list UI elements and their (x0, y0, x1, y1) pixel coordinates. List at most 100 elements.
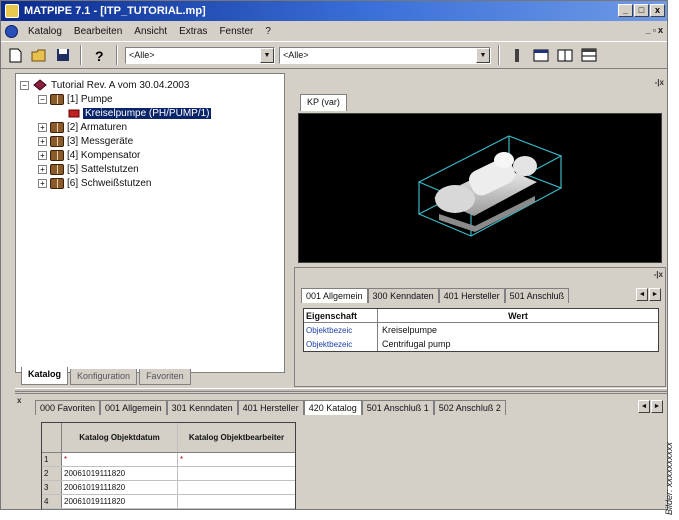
property-tabs: 001 Allgemein 300 Kenndaten 401 Herstell… (301, 288, 570, 303)
view-split-button[interactable] (579, 45, 599, 65)
mdi-close-button[interactable]: x (658, 25, 663, 35)
collapse-icon[interactable]: − (20, 80, 29, 90)
window-title: MATPIPE 7.1 - [ITP_TUTORIAL.mp] (24, 5, 206, 17)
column-katalog-objektdatum[interactable]: Katalog Objektdatum (62, 423, 178, 452)
save-button[interactable] (53, 45, 73, 65)
tab-katalog[interactable]: Katalog (21, 367, 69, 385)
pane-close-icon[interactable]: x (17, 396, 21, 405)
minimize-button[interactable]: _ (618, 4, 633, 17)
cell-objektbearbeiter[interactable] (178, 467, 295, 480)
chevron-down-icon[interactable]: ▼ (476, 47, 490, 63)
tree-item-label: [6] Schweißstutzen (67, 177, 152, 189)
cell-objektdatum[interactable]: * (62, 453, 178, 466)
tab-502-anschluss-2[interactable]: 502 Anschluß 2 (433, 400, 506, 415)
toolbar-separator (116, 45, 118, 65)
property-table: Eigenschaft Wert Objektbezeic Kreiselpum… (303, 308, 659, 352)
menu-bar: Katalog Bearbeiten Ansicht Extras Fenste… (1, 22, 667, 40)
expand-icon[interactable]: + (38, 164, 47, 174)
cell-objektbearbeiter[interactable]: * (178, 453, 295, 466)
tab-001-allgemein[interactable]: 001 Allgemein (100, 400, 167, 415)
close-button[interactable]: x (650, 4, 665, 17)
tab-kp-var[interactable]: KP (var) (300, 94, 347, 111)
tab-scroll-controls: ◄ ► (638, 400, 663, 413)
table-row[interactable]: Objektbezeic Centrifugal pump (304, 337, 658, 351)
scroll-left-icon[interactable]: ◄ (636, 288, 648, 301)
new-file-button[interactable] (5, 45, 25, 65)
tree-item-kompensator[interactable]: + [4] Kompensator (38, 148, 140, 162)
tab-301-kenndaten[interactable]: 301 Kenndaten (166, 400, 238, 415)
table-row[interactable]: 2 20061019111820 (42, 467, 295, 481)
tab-000-favoriten[interactable]: 000 Favoriten (35, 400, 101, 415)
tree-item-label: Kreiselpumpe (PH/PUMP/1) (83, 107, 212, 119)
view-detail-button[interactable] (531, 45, 551, 65)
tab-501-anschluss-1[interactable]: 501 Anschluß 1 (361, 400, 434, 415)
menu-fenster[interactable]: Fenster (217, 25, 255, 38)
property-value[interactable]: Centrifugal pump (378, 337, 658, 351)
open-folder-button[interactable] (29, 45, 49, 65)
filter-combo-1[interactable]: <Alle> ▼ (125, 46, 275, 64)
tab-konfiguration[interactable]: Konfiguration (70, 369, 138, 385)
horizontal-splitter[interactable] (15, 388, 667, 392)
tree-item-label: [4] Kompensator (67, 149, 141, 161)
properties-panel: -|x 001 Allgemein 300 Kenndaten 401 Hers… (294, 267, 666, 387)
table-row[interactable]: 3 20061019111820 (42, 481, 295, 495)
tree-item-messgeraete[interactable]: + [3] Messgeräte (38, 134, 133, 148)
menu-help[interactable]: ? (263, 25, 273, 38)
table-row[interactable]: 4 20061019111820 (42, 495, 295, 509)
menu-extras[interactable]: Extras (177, 25, 209, 38)
toolbar: ? <Alle> ▼ <Alle> ▼ (1, 41, 667, 69)
left-panel-tabs: Katalog Konfiguration Favoriten (15, 367, 285, 385)
tree-item-sattelstutzen[interactable]: + [5] Sattelstutzen (38, 162, 139, 176)
cell-objektdatum[interactable]: 20061019111820 (62, 481, 178, 494)
view-window-button[interactable] (555, 45, 575, 65)
expand-icon[interactable]: + (38, 178, 47, 188)
scroll-left-icon[interactable]: ◄ (638, 400, 650, 413)
filter-combo-2[interactable]: <Alle> ▼ (279, 46, 491, 64)
menu-katalog[interactable]: Katalog (26, 25, 64, 38)
tab-300-kenndaten[interactable]: 300 Kenndaten (367, 288, 439, 303)
new-file-icon (9, 48, 21, 62)
tree-root[interactable]: − Tutorial Rev. A vom 30.04.2003 (20, 78, 189, 92)
tree-item-schweissstutzen[interactable]: + [6] Schweißstutzen (38, 176, 151, 190)
maximize-button[interactable]: □ (634, 4, 649, 17)
tab-401-hersteller[interactable]: 401 Hersteller (237, 400, 304, 415)
pane-close-icon[interactable]: -|x (655, 78, 664, 87)
expand-icon[interactable]: + (38, 136, 47, 146)
mdi-restore-button[interactable]: ▫ (653, 25, 656, 35)
table-row[interactable]: Objektbezeic Kreiselpumpe (304, 323, 658, 337)
scroll-right-icon[interactable]: ► (649, 288, 661, 301)
tree-item-armaturen[interactable]: + [2] Armaturen (38, 120, 127, 134)
property-value[interactable]: Kreiselpumpe (378, 323, 658, 337)
3d-viewport[interactable] (298, 113, 662, 263)
book-icon (50, 163, 64, 175)
table-row[interactable]: 1 * * (42, 453, 295, 467)
pane-close-icon[interactable]: -|x (654, 270, 663, 279)
tab-001-allgemein[interactable]: 001 Allgemein (301, 288, 368, 303)
cell-objektdatum[interactable]: 20061019111820 (62, 495, 178, 508)
mdi-minimize-button[interactable]: _ (646, 25, 651, 35)
detail-view-icon (533, 49, 549, 61)
cell-objektdatum[interactable]: 20061019111820 (62, 467, 178, 480)
tab-501-anschluss[interactable]: 501 Anschluß (504, 288, 570, 303)
tab-favoriten[interactable]: Favoriten (139, 369, 191, 385)
view-panel-button[interactable] (507, 45, 527, 65)
cell-objektbearbeiter[interactable] (178, 481, 295, 494)
expand-icon[interactable]: + (38, 150, 47, 160)
cell-objektbearbeiter[interactable] (178, 495, 295, 508)
book-icon (50, 93, 64, 105)
tab-401-hersteller[interactable]: 401 Hersteller (438, 288, 505, 303)
collapse-icon[interactable]: − (38, 94, 47, 104)
tree-item-kreiselpumpe[interactable]: Kreiselpumpe (PH/PUMP/1) (68, 106, 212, 120)
menu-bearbeiten[interactable]: Bearbeiten (72, 25, 124, 38)
tab-420-katalog[interactable]: 420 Katalog (303, 400, 362, 415)
grid-header: Katalog Objektdatum Katalog Objektbearbe… (42, 423, 295, 453)
help-button[interactable]: ? (89, 45, 109, 65)
book-icon (50, 135, 64, 147)
menu-ansicht[interactable]: Ansicht (132, 25, 169, 38)
expand-icon[interactable]: + (38, 122, 47, 132)
column-katalog-objektbearbeiter[interactable]: Katalog Objektbearbeiter (178, 423, 295, 452)
chevron-down-icon[interactable]: ▼ (260, 47, 274, 63)
tree-item-pumpe[interactable]: − [1] Pumpe (38, 92, 113, 106)
document-icon[interactable] (5, 24, 18, 38)
scroll-right-icon[interactable]: ► (651, 400, 663, 413)
